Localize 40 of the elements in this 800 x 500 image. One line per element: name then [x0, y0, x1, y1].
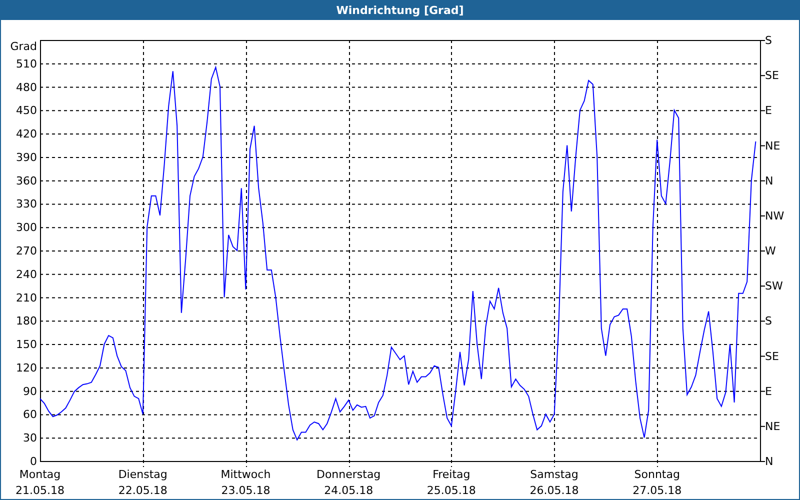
axis-label: W — [765, 244, 776, 258]
axis-label: 480 — [16, 80, 37, 94]
axis-label: SE — [765, 69, 779, 82]
axis-label: 330 — [16, 198, 37, 211]
axis-label: NW — [765, 209, 784, 222]
axis-label: Sonntag 27.05.18 — [632, 468, 682, 497]
axis-label: E — [765, 104, 772, 118]
axis-label: 0 — [30, 455, 37, 468]
axis-label: Donnerstag 24.05.18 — [316, 468, 381, 497]
axis-label: 510 — [16, 57, 37, 70]
axis-label: SW — [765, 280, 783, 293]
axis-label: SE — [765, 350, 779, 363]
axis-label: Mittwoch 23.05.18 — [220, 468, 271, 497]
axis-label: Samstag 26.05.18 — [530, 468, 579, 497]
axis-label: S — [765, 314, 772, 328]
axis-label: 120 — [16, 361, 37, 374]
axis-label: E — [765, 384, 772, 398]
axis-label: NE — [765, 420, 780, 433]
axis-label: N — [765, 174, 774, 188]
axis-label: 180 — [16, 314, 37, 328]
window-title: Windrichtung [Grad] — [336, 4, 464, 16]
axis-label: 270 — [16, 244, 37, 258]
axis-label: 150 — [16, 338, 37, 352]
axis-label: 30 — [23, 432, 37, 445]
axis-label: Freitag 25.05.18 — [426, 468, 476, 497]
axis-title: Grad — [10, 40, 37, 53]
axis-label: 210 — [16, 291, 37, 304]
axis-label: NE — [765, 139, 780, 152]
axis-label: Dienstag 22.05.18 — [118, 468, 168, 497]
axis-label: Montag 21.05.18 — [16, 468, 64, 497]
axis-label: 420 — [16, 128, 37, 141]
axis-label: 390 — [16, 150, 37, 164]
axis-label: N — [765, 455, 774, 468]
axis-label: 360 — [16, 174, 37, 188]
axis-label: 90 — [23, 384, 37, 398]
axis-label: S — [765, 34, 772, 47]
axis-label: 300 — [16, 221, 37, 234]
axis-label: 450 — [16, 104, 37, 118]
axis-label: 240 — [16, 268, 37, 281]
axis-label: 60 — [23, 408, 37, 422]
